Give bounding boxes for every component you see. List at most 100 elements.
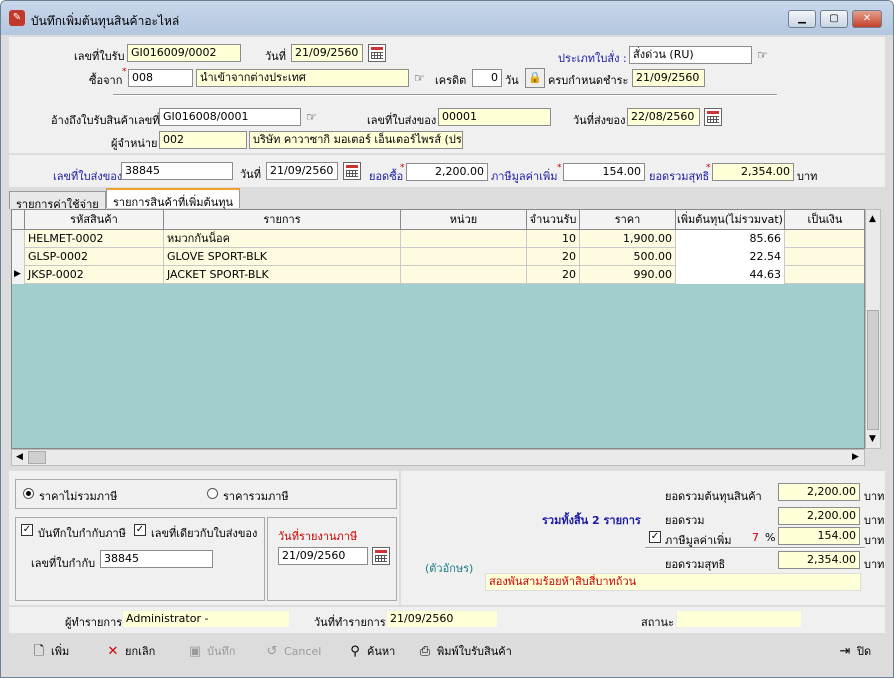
col-header-qty[interactable]: จำนวนรับ <box>527 210 580 230</box>
distributor-label: ผู้จำหน่าย <box>111 137 158 150</box>
cell-add-cost[interactable]: 22.54 <box>676 248 785 266</box>
cell-add-cost[interactable]: 44.63 <box>676 266 785 284</box>
close-window-button[interactable]: ✕ <box>852 10 882 28</box>
table-row[interactable]: GLSP-0002 GLOVE SPORT-BLK 20 500.00 22.5… <box>12 248 864 266</box>
cell-price[interactable]: 990.00 <box>580 266 676 284</box>
tax-invoice-no-label: เลขที่ใบกำกับ <box>31 557 96 570</box>
save-button[interactable]: ▣ บันทึก <box>187 641 236 663</box>
cell-qty[interactable]: 10 <box>527 230 580 248</box>
summary-delivery-no-label: เลขที่ใบส่งของ <box>53 170 123 183</box>
delivery-no-field: 00001 <box>438 108 551 126</box>
close-label: ปิด <box>857 645 872 658</box>
row-selector[interactable] <box>12 230 25 248</box>
cell-amount[interactable] <box>785 230 864 248</box>
cell-code[interactable]: GLSP-0002 <box>25 248 164 266</box>
vat-checkbox[interactable]: ✓ <box>649 531 661 543</box>
price-incl-vat-radio[interactable] <box>207 488 218 499</box>
op-date-field: 21/09/2560 <box>386 610 498 628</box>
cell-name[interactable]: หมวกกันน็อค <box>164 230 401 248</box>
same-as-delivery-checkbox[interactable]: ✓ <box>134 524 146 536</box>
lookup-hand-icon[interactable]: ☞ <box>414 71 432 85</box>
maximize-button[interactable]: ▢ <box>820 10 848 28</box>
table-row[interactable]: HELMET-0002 หมวกกันน็อค 10 1,900.00 85.6… <box>12 230 864 248</box>
cost-total-field: 2,200.00 <box>778 483 860 501</box>
grid-horizontal-scrollbar[interactable]: ◀ ▶ <box>11 449 865 466</box>
table-row[interactable]: ▶ JKSP-0002 JACKET SPORT-BLK 20 990.00 4… <box>12 266 864 284</box>
search-button[interactable]: ⚲ ค้นหา <box>347 641 395 663</box>
cell-name[interactable]: JACKET SPORT-BLK <box>164 266 401 284</box>
date-field[interactable]: 21/09/2560 <box>291 44 363 62</box>
undo-icon: ↺ <box>266 644 278 659</box>
tab-cost-items[interactable]: รายการสินค้าที่เพิ่มต้นทุน <box>106 188 240 209</box>
cell-unit[interactable] <box>401 230 527 248</box>
summary-delivery-no-field[interactable]: 38845 <box>121 162 233 180</box>
operator-label: ผู้ทำรายการ <box>65 616 123 629</box>
tab-expenses[interactable]: รายการค่าใช้จ่าย <box>9 191 106 211</box>
print-receipt-button[interactable]: ⎙ พิมพ์ใบรับสินค้า <box>417 641 512 663</box>
summary-vat-field[interactable]: 154.00 <box>563 163 645 181</box>
current-row-pointer-icon[interactable]: ▶ <box>12 266 25 284</box>
cancel-document-label: ยกเลิก <box>125 645 156 658</box>
new-document-icon: 🗋 <box>33 644 45 659</box>
row-selector[interactable] <box>12 248 25 266</box>
cancel-document-button[interactable]: ✕ ยกเลิก <box>105 641 156 663</box>
binoculars-icon: ⚲ <box>350 644 360 659</box>
scroll-right-icon[interactable]: ▶ <box>852 452 859 462</box>
col-header-unit[interactable]: หน่วย <box>401 210 527 230</box>
cell-add-cost[interactable]: 85.66 <box>676 230 785 248</box>
cell-code[interactable]: JKSP-0002 <box>25 266 164 284</box>
col-header-name[interactable]: รายการ <box>164 210 401 230</box>
col-header-code[interactable]: รหัสสินค้า <box>25 210 164 230</box>
lock-icon[interactable]: 🔒 <box>525 68 545 88</box>
cell-price[interactable]: 1,900.00 <box>580 230 676 248</box>
record-tax-invoice-checkbox[interactable]: ✓ <box>21 524 33 536</box>
calendar-icon[interactable] <box>372 547 390 565</box>
scroll-up-icon[interactable]: ▲ <box>869 214 876 224</box>
cell-price[interactable]: 500.00 <box>580 248 676 266</box>
scroll-down-icon[interactable]: ▼ <box>869 434 876 444</box>
purchase-total-field[interactable]: 2,200.00 <box>406 163 488 181</box>
cell-amount[interactable] <box>785 266 864 284</box>
cell-qty[interactable]: 20 <box>527 248 580 266</box>
col-header-amount[interactable]: เป็นเงิน <box>785 210 864 230</box>
scroll-thumb[interactable] <box>28 451 46 464</box>
required-mark: * <box>122 67 127 77</box>
minimize-button[interactable]: ▁ <box>788 10 816 28</box>
cell-amount[interactable] <box>785 248 864 266</box>
lookup-hand-icon[interactable]: ☞ <box>306 110 324 124</box>
supplier-name-field: นำเข้าจากต่างประเทศ <box>196 69 409 87</box>
scroll-left-icon[interactable]: ◀ <box>16 452 23 462</box>
ref-receipt-field[interactable]: GI016008/0001 <box>159 108 301 126</box>
purchase-type-field[interactable]: สั่งด่วน (RU) <box>629 46 752 64</box>
lookup-hand-icon[interactable]: ☞ <box>757 48 775 62</box>
price-excl-vat-radio[interactable] <box>23 488 34 499</box>
summary-date-field[interactable]: 21/09/2560 <box>266 162 338 180</box>
cell-qty[interactable]: 20 <box>527 266 580 284</box>
in-words-label: (ตัวอักษร) <box>425 562 474 575</box>
grid-vertical-scrollbar[interactable]: ▲ ▼ <box>865 209 881 449</box>
cell-code[interactable]: HELMET-0002 <box>25 230 164 248</box>
status-field <box>676 610 802 628</box>
cancel-edit-button[interactable]: ↺ Cancel <box>264 641 322 663</box>
cell-name[interactable]: GLOVE SPORT-BLK <box>164 248 401 266</box>
cell-unit[interactable] <box>401 266 527 284</box>
calendar-icon[interactable] <box>704 108 722 126</box>
credit-days-field[interactable]: 0 <box>472 69 502 87</box>
col-header-add-cost[interactable]: เพิ่มต้นทุน(ไม่รวมvat) <box>676 210 785 230</box>
calendar-icon[interactable] <box>343 162 361 180</box>
supplier-code-field[interactable]: 008 <box>128 69 193 87</box>
subtotal-field: 2,200.00 <box>778 507 860 525</box>
scroll-thumb[interactable] <box>867 310 879 430</box>
distributor-name-field: บริษัท คาวาซากิ มอเตอร์ เอ็นเตอร์ไพรส์ (… <box>249 131 463 149</box>
add-button[interactable]: 🗋 เพิ่ม <box>31 641 70 663</box>
col-header-price[interactable]: ราคา <box>580 210 676 230</box>
vat-total-field: 154.00 <box>778 527 860 545</box>
tax-report-date-field[interactable]: 21/09/2560 <box>278 547 368 565</box>
receipt-no-field[interactable]: GI016009/0002 <box>127 44 241 62</box>
calendar-icon[interactable] <box>368 44 386 62</box>
close-button[interactable]: ⇥ ปิด <box>837 641 872 663</box>
net-total-label: ยอดรวมสุทธิ <box>665 558 726 571</box>
cell-unit[interactable] <box>401 248 527 266</box>
tax-invoice-no-field[interactable]: 38845 <box>100 550 213 568</box>
summary-net-label: ยอดรวมสุทธิ <box>649 170 710 183</box>
